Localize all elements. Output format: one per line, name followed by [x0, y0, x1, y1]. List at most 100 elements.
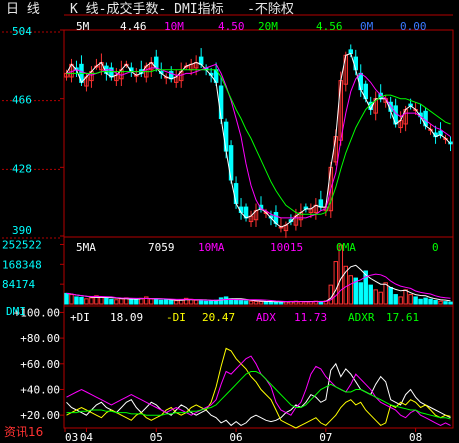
candle-body: [218, 85, 224, 120]
ma-line-20m: [66, 69, 451, 215]
candle-body: [358, 72, 363, 91]
mdi-value: 20.47: [202, 311, 236, 324]
volume-bar: [393, 294, 398, 305]
ma5-value: 4.46: [120, 20, 147, 33]
volume-bar: [348, 275, 354, 305]
volume-bar: [403, 289, 408, 305]
volume-bar: [208, 300, 214, 305]
volume-bar: [368, 284, 373, 305]
volume-bar: [328, 284, 334, 305]
volume-bar: [428, 298, 433, 305]
volume-bar: [84, 298, 89, 305]
candle-body: [348, 49, 354, 54]
volume-bar: [79, 296, 84, 305]
volume-bar: [74, 296, 79, 305]
vol-ma10-value: 10015: [270, 241, 304, 254]
vol-ma10-label: 10MA: [198, 241, 225, 254]
volume-bar: [89, 297, 94, 305]
volume-bar: [248, 300, 254, 305]
volume-bar: [383, 282, 388, 305]
volume-bar: [378, 291, 383, 305]
volume-bar: [193, 299, 199, 305]
volume-bar: [218, 297, 224, 305]
volume-bar: [168, 299, 174, 305]
x-tick-label: 03: [65, 431, 78, 443]
ma5-label: 5M: [76, 20, 90, 33]
volume-bar: [163, 299, 169, 305]
adx-label: ADX: [256, 311, 276, 324]
adxr-value: 17.61: [386, 311, 420, 324]
volume-tick-label: 252522: [2, 238, 42, 251]
brand-label[interactable]: 资讯16: [4, 426, 43, 438]
volume-bar: [268, 301, 274, 305]
candle-body: [353, 56, 358, 71]
volume-bar: [258, 301, 264, 305]
period-label[interactable]: 日 线: [6, 3, 40, 16]
price-tick-label: 466: [12, 94, 32, 107]
volume-bar: [233, 299, 239, 305]
volume-bar: [159, 299, 164, 305]
volume-bar: [129, 298, 134, 305]
volume-bar: [173, 300, 179, 305]
volume-bar: [109, 298, 114, 305]
candle-body: [233, 183, 239, 204]
ma-line-10m: [66, 63, 451, 219]
volume-bar: [154, 298, 159, 305]
adx-value: 11.73: [294, 311, 328, 324]
volume-bar: [418, 298, 423, 305]
volume-bar: [358, 282, 363, 305]
volume-bar: [149, 298, 154, 305]
vol-ma5-label: 5MA: [76, 241, 96, 254]
volume-bar: [373, 289, 378, 305]
volume-bar: [398, 296, 403, 305]
volume-bar: [134, 299, 139, 305]
mdi-label: -DI: [166, 311, 186, 324]
chart-title: K 线-成交手数- DMI指标 -不除权: [70, 2, 294, 17]
volume-bar: [423, 297, 428, 305]
x-tick-label: 04: [80, 431, 94, 443]
pdi-value: 18.09: [110, 311, 144, 324]
x-tick-label: 07: [319, 431, 332, 443]
x-tick-label: 05: [150, 431, 163, 443]
volume-bar: [69, 294, 74, 305]
volume-bar: [99, 296, 104, 305]
pdi-label: +DI: [70, 311, 90, 324]
volume-tick-label: 168348: [2, 258, 42, 271]
dmi-line-adxr: [66, 371, 451, 420]
vol-ma0-value: 0: [432, 241, 439, 254]
dmi-tick-label: +60.00: [20, 358, 60, 371]
ma10-label: 10M: [164, 20, 184, 33]
volume-bar: [64, 292, 69, 305]
price-tick-label: 428: [12, 162, 32, 175]
candle-body: [318, 199, 324, 208]
dmi-tick-label: +80.00: [20, 332, 60, 345]
volume-bar: [263, 301, 269, 305]
ma10-value: 4.50: [218, 20, 245, 33]
x-tick-label: 08: [409, 431, 422, 443]
ma20-label: 20M: [258, 20, 278, 33]
dmi-tick-label: +40.00: [20, 383, 60, 396]
volume-bar: [448, 301, 453, 305]
price-tick-label: 504: [12, 25, 32, 38]
ma20-value: 4.56: [316, 20, 343, 33]
volume-bar: [408, 294, 413, 305]
volume-bar: [119, 298, 124, 305]
vol-ma0-label: 0MA: [336, 241, 356, 254]
ma0-label: 0M: [360, 20, 374, 33]
volume-bar: [223, 296, 229, 305]
volume-bar: [333, 261, 339, 305]
x-tick-label: 06: [229, 431, 242, 443]
price-tick-label: 390: [12, 224, 32, 237]
dmi-tick-label: +20.00: [20, 409, 60, 422]
volume-bar: [443, 301, 448, 305]
candle-body: [198, 56, 204, 65]
volume-bar: [238, 299, 244, 305]
volume-bar: [104, 297, 109, 305]
candle-body: [223, 121, 229, 152]
volume-bar: [388, 287, 393, 305]
adxr-label: ADXR: [348, 311, 375, 324]
dmi-panel-label: DMI: [6, 305, 26, 318]
volume-tick-label: 84174: [2, 278, 35, 291]
volume-bar: [203, 300, 209, 305]
stock-chart[interactable]: 50446642839025252216834884174+100.00+80.…: [0, 0, 459, 443]
